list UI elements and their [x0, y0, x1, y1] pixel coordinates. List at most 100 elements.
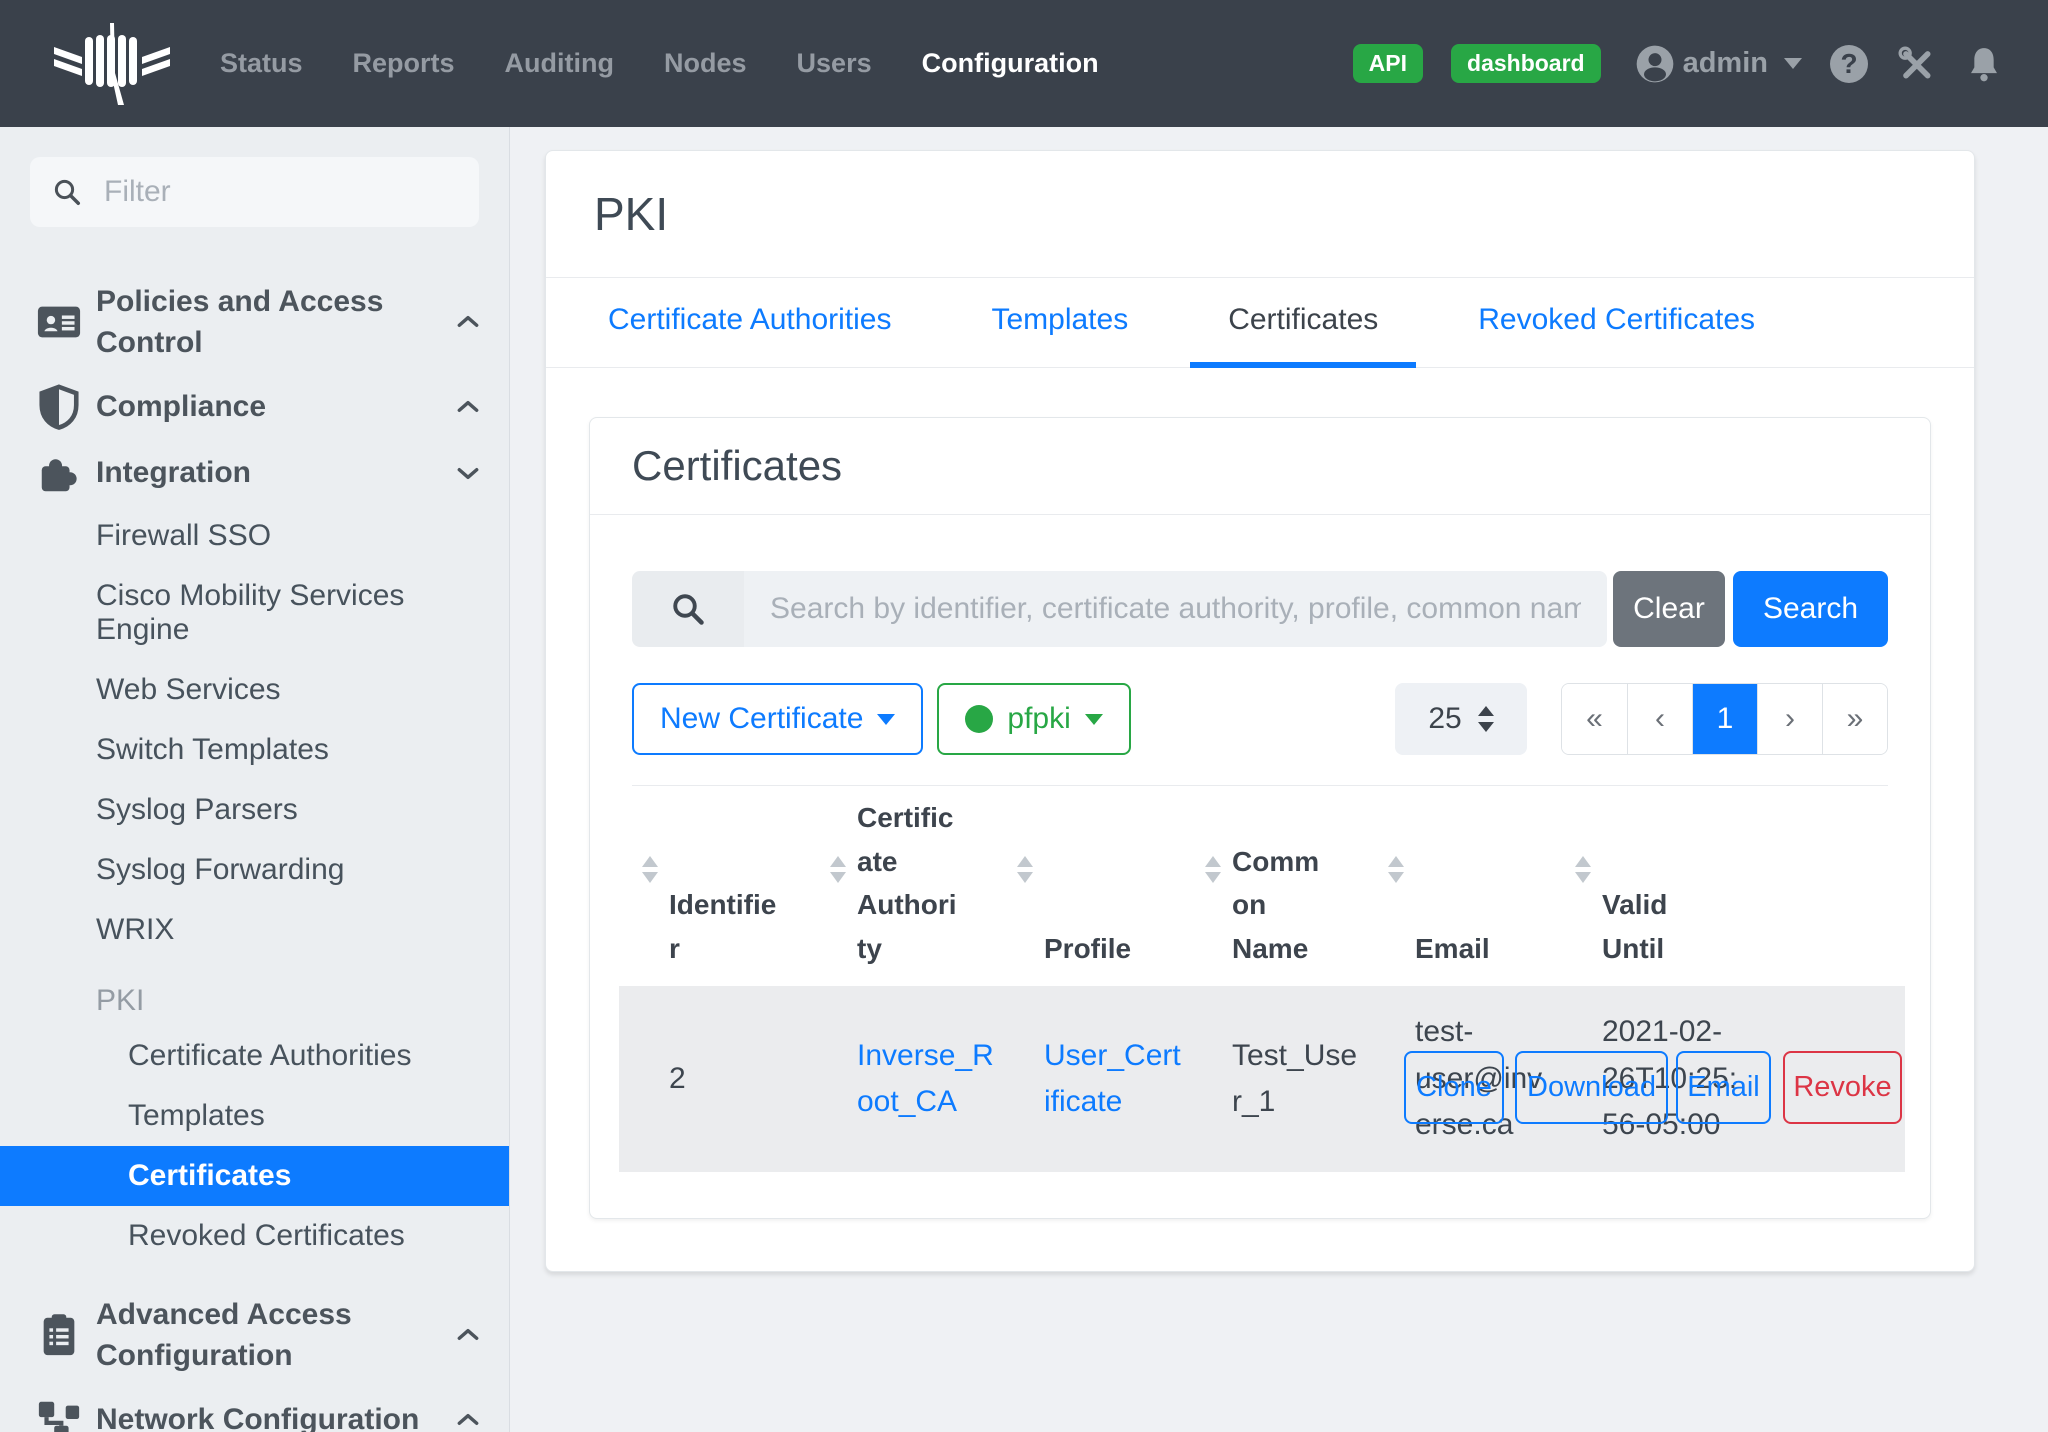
sidebar-item-cisco-mobility-services-engine[interactable]: Cisco Mobility Services Engine	[0, 566, 509, 660]
tab-templates[interactable]: Templates	[953, 278, 1166, 368]
person-circle-icon	[1635, 44, 1675, 84]
sidebar-item-templates[interactable]: Templates	[0, 1086, 509, 1146]
pki-card: PKI Certificate Authorities Templates Ce…	[545, 150, 1975, 1272]
pki-tabs: Certificate Authorities Templates Certif…	[546, 278, 1974, 368]
sidebar-item-revoked-certificates[interactable]: Revoked Certificates	[0, 1206, 509, 1266]
revoke-button[interactable]: Revoke	[1783, 1051, 1902, 1124]
sidebar-item-firewall-sso[interactable]: Firewall SSO	[0, 506, 509, 566]
toolbar: New Certificate pfpki 25	[632, 683, 1888, 755]
pagination: « ‹ 1 › »	[1561, 683, 1888, 755]
clone-button[interactable]: Clone	[1404, 1051, 1504, 1124]
table-row[interactable]: 2 Inverse_Root_CA User_Certificate Test_…	[619, 986, 1905, 1172]
sidebar-group-label: Compliance	[96, 386, 266, 427]
sidebar-group-compliance[interactable]: Compliance	[0, 374, 509, 440]
bell-icon[interactable]	[1964, 44, 2004, 84]
column-header-profile[interactable]: Profile	[1044, 927, 1164, 970]
certificate-authority-link[interactable]: Inverse_Root_CA	[857, 1033, 997, 1126]
sidebar-group-label: Policies and Access Control	[96, 281, 396, 364]
search-button[interactable]: Search	[1733, 571, 1888, 647]
network-icon	[36, 1397, 82, 1432]
search-icon-box	[632, 571, 744, 647]
sidebar-filter	[30, 157, 479, 227]
stepper-icon	[1478, 706, 1494, 732]
tab-revoked-certificates[interactable]: Revoked Certificates	[1440, 278, 1793, 368]
sort-icon[interactable]	[1017, 856, 1033, 883]
sidebar-item-certificate-authorities[interactable]: Certificate Authorities	[0, 1026, 509, 1086]
chevron-down-icon	[1784, 58, 1802, 69]
sidebar-item-switch-templates[interactable]: Switch Templates	[0, 720, 509, 780]
sidebar: Policies and Access Control Compliance	[0, 127, 510, 1432]
sort-icon[interactable]	[1205, 856, 1221, 883]
user-menu[interactable]: admin	[1635, 44, 1802, 84]
tab-certificate-authorities[interactable]: Certificate Authorities	[570, 278, 929, 368]
certificates-table: Identifier Certificate Authority Profile…	[619, 786, 1905, 1172]
dashboard-badge[interactable]: dashboard	[1451, 44, 1601, 83]
nav-item-reports[interactable]: Reports	[353, 48, 455, 79]
sidebar-item-certificates[interactable]: Certificates	[0, 1146, 509, 1206]
cell-common-name: Test_User_1	[1232, 986, 1364, 1172]
sort-icon[interactable]	[1575, 856, 1591, 883]
sidebar-item-web-services[interactable]: Web Services	[0, 660, 509, 720]
column-header-email[interactable]: Email	[1415, 927, 1535, 970]
nav-item-configuration[interactable]: Configuration	[922, 48, 1099, 79]
filter-input[interactable]	[104, 175, 457, 209]
sort-icon[interactable]	[830, 856, 846, 883]
sidebar-group-advanced-access-configuration[interactable]: Advanced Access Configuration	[0, 1284, 509, 1387]
puzzle-piece-icon	[36, 450, 82, 496]
download-button[interactable]: Download	[1515, 1051, 1668, 1124]
pagination-last[interactable]: »	[1822, 684, 1887, 754]
ca-selector-button[interactable]: pfpki	[937, 683, 1130, 755]
column-header-identifier[interactable]: Identifier	[669, 883, 779, 970]
sidebar-group-policies-and-access-control[interactable]: Policies and Access Control	[0, 271, 509, 374]
main-content: PKI Certificate Authorities Templates Ce…	[510, 127, 2048, 1432]
column-header-valid-until[interactable]: Valid Until	[1602, 883, 1702, 970]
sidebar-item-syslog-parsers[interactable]: Syslog Parsers	[0, 780, 509, 840]
nav-item-status[interactable]: Status	[220, 48, 303, 79]
sidebar-group-integration[interactable]: Integration	[0, 440, 509, 506]
sidebar-group-label: Integration	[96, 452, 251, 493]
sidebar-item-wrix[interactable]: WRIX	[0, 900, 509, 960]
page-size-value: 25	[1428, 702, 1461, 736]
chevron-up-icon	[455, 1322, 481, 1348]
column-header-common-name[interactable]: Common Name	[1232, 840, 1332, 970]
cell-profile: User_Certificate	[1044, 986, 1182, 1172]
pagination-page-1[interactable]: 1	[1692, 684, 1757, 754]
pagination-next[interactable]: ›	[1757, 684, 1822, 754]
new-certificate-button[interactable]: New Certificate	[632, 683, 923, 755]
profile-link[interactable]: User_Certificate	[1044, 1033, 1182, 1126]
nav-item-auditing[interactable]: Auditing	[505, 48, 614, 79]
chevron-up-icon	[455, 394, 481, 420]
nav-item-nodes[interactable]: Nodes	[664, 48, 747, 79]
search-icon	[52, 177, 82, 207]
help-icon[interactable]: ?	[1830, 45, 1868, 83]
new-certificate-label: New Certificate	[660, 704, 863, 734]
sidebar-item-syslog-forwarding[interactable]: Syslog Forwarding	[0, 840, 509, 900]
sort-icon[interactable]	[1388, 856, 1404, 883]
table-header: Identifier Certificate Authority Profile…	[619, 786, 1905, 986]
page-size-select[interactable]: 25	[1395, 683, 1527, 755]
clear-button[interactable]: Clear	[1613, 571, 1725, 647]
clipboard-icon	[36, 1312, 82, 1358]
column-header-certificate-authority[interactable]: Certificate Authority	[857, 796, 959, 970]
shield-icon	[36, 384, 82, 430]
main-menu: Status Reports Auditing Nodes Users Conf…	[220, 48, 1099, 79]
email-button[interactable]: Email	[1676, 1051, 1771, 1124]
page-title: PKI	[594, 187, 1926, 241]
pagination-first[interactable]: «	[1562, 684, 1627, 754]
sidebar-section-pki: PKI	[0, 976, 509, 1026]
sidebar-group-label: Advanced Access Configuration	[96, 1294, 396, 1377]
sidebar-group-network-configuration[interactable]: Network Configuration	[0, 1387, 509, 1432]
sort-icon[interactable]	[642, 856, 658, 883]
tools-icon[interactable]	[1896, 44, 1936, 84]
pagination-prev[interactable]: ‹	[1627, 684, 1692, 754]
nav-item-users[interactable]: Users	[797, 48, 872, 79]
search-input[interactable]	[744, 571, 1607, 647]
tab-certificates[interactable]: Certificates	[1190, 278, 1416, 368]
cell-identifier: 2	[669, 986, 779, 1172]
cell-certificate-authority: Inverse_Root_CA	[857, 986, 997, 1172]
search-icon	[670, 591, 706, 627]
sidebar-group-label: Network Configuration	[96, 1399, 419, 1432]
chevron-down-icon	[877, 714, 895, 725]
api-badge[interactable]: API	[1353, 44, 1423, 83]
status-dot-icon	[965, 705, 993, 733]
